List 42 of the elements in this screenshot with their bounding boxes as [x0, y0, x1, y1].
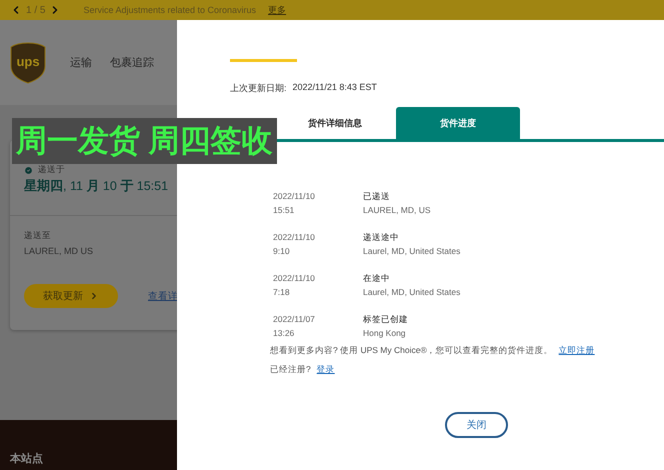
nav-link[interactable]: 运输 [70, 55, 92, 70]
event-status: 标签已创建 [363, 313, 409, 326]
last-updated-value: 2022/11/21 8:43 EST [292, 82, 377, 94]
ship-to-address: LAUREL, MD US [24, 246, 94, 256]
event-location: Hong Kong [363, 327, 407, 340]
event-time: 13:26 [273, 327, 296, 340]
register-link[interactable]: 立即注册 [558, 345, 595, 355]
event-location: LAUREL, MD, US [363, 204, 432, 217]
announcement-text: Service Adjustments related to Coronavirus [83, 5, 256, 15]
event-location: Laurel, MD, United States [363, 286, 462, 299]
event-date: 2022/11/10 [273, 190, 316, 203]
event-status: 在途中 [363, 272, 391, 285]
page-counter: 1 / 5 [26, 4, 46, 16]
get-updates-button[interactable]: 获取更新 [24, 284, 118, 308]
event-time: 9:10 [273, 245, 291, 258]
footer-title: 本站点 [10, 452, 43, 466]
close-button[interactable]: 关闭 [445, 412, 508, 438]
event-date: 2022/11/10 [273, 231, 316, 244]
status-label: 递送于 [38, 164, 65, 176]
delivery-date: 星期四, 11 月 10 于 15:51 [24, 177, 170, 195]
last-updated-label: 上次更新日期: [230, 82, 287, 95]
nav-link[interactable]: 包裹追踪 [110, 55, 154, 70]
login-link[interactable]: 登录 [316, 364, 335, 376]
tab[interactable]: 货件进度 [396, 107, 520, 139]
event-status: 已递送 [363, 190, 391, 203]
accent-line [230, 59, 297, 62]
event-location: Laurel, MD, United States [363, 245, 462, 258]
event-date: 2022/11/07 [273, 313, 316, 326]
event-status: 递送途中 [363, 231, 400, 244]
chevron-right-icon [89, 291, 99, 301]
promo-caption: 周一发货 周四签收 [12, 118, 277, 164]
details-link[interactable]: 查看详 [148, 290, 178, 302]
event-time: 15:51 [273, 204, 296, 217]
registered-question: 已经注册? [270, 364, 311, 376]
ship-to-label: 递送至 [24, 230, 52, 242]
promo-text: 想看到更多内容? 使用 UPS My Choice®，您可以查看完整的货件进度。 立即注册 [270, 345, 596, 357]
tab[interactable]: 货件详细信息 [304, 107, 366, 139]
more-link[interactable]: 更多 [268, 4, 286, 16]
event-date: 2022/11/10 [273, 272, 316, 285]
event-time: 7:18 [273, 286, 291, 299]
ups-logo[interactable]: ups [10, 42, 46, 84]
check-circle-icon [24, 166, 33, 174]
